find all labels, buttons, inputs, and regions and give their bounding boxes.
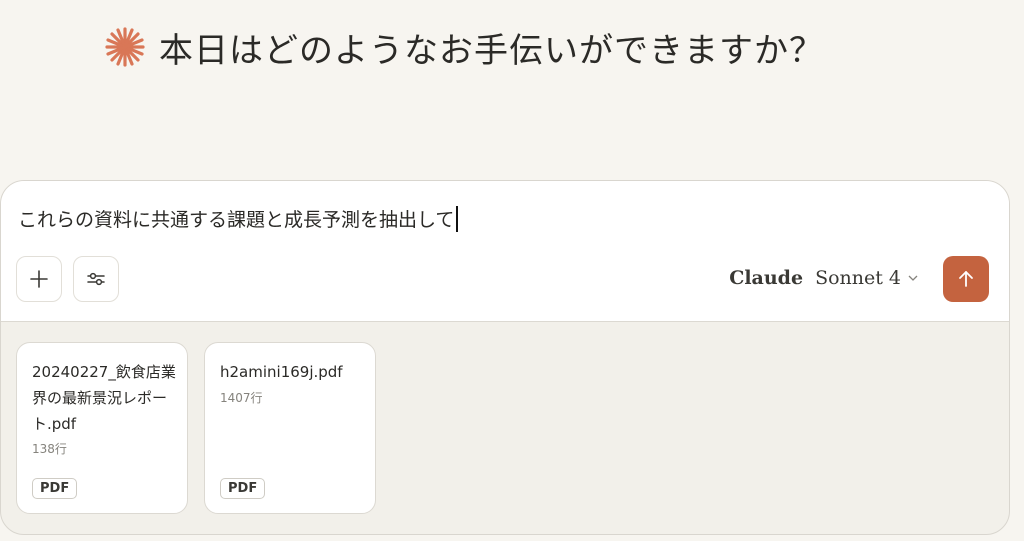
text-caret — [456, 205, 459, 232]
file-type-badge: PDF — [220, 478, 266, 499]
attach-button[interactable] — [16, 256, 62, 302]
attachment-line-count: 138行 — [32, 442, 67, 456]
attachment-name: h2amini169j.pdf — [220, 363, 343, 381]
greeting-title: 本日はどのようなお手伝いができますか？ — [159, 30, 824, 71]
model-name: Claude — [729, 267, 804, 289]
composer-input-area[interactable]: これらの資料に共通する課題と成長予測を抽出して Claude Sonnet 4 — [1, 181, 1009, 322]
file-type-badge: PDF — [32, 478, 78, 499]
greeting: 本日はどのようなお手伝いができますか？ — [103, 22, 824, 72]
send-button[interactable] — [943, 256, 989, 302]
model-version: Sonnet 4 — [815, 267, 901, 289]
prompt-text: これらの資料に共通する課題と成長予測を抽出して — [18, 209, 455, 231]
tools-button[interactable] — [73, 256, 119, 302]
attachment-name: 20240227_飲食店業界の最新景況レポート.pdf — [32, 363, 176, 433]
sliders-icon — [87, 272, 105, 286]
chevron-down-icon — [908, 275, 918, 281]
plus-icon — [30, 270, 48, 288]
attachment-card[interactable]: h2amini169j.pdf 1407行 PDF — [204, 342, 376, 514]
model-selector[interactable]: Claude Sonnet 4 — [729, 267, 919, 289]
arrow-up-icon — [959, 271, 973, 287]
prompt-input[interactable]: これらの資料に共通する課題と成長予測を抽出して — [18, 205, 459, 232]
sparkle-logo-icon — [103, 25, 147, 69]
attachment-card[interactable]: 20240227_飲食店業界の最新景況レポート.pdf 138行 PDF — [16, 342, 188, 514]
composer: これらの資料に共通する課題と成長予測を抽出して Claude Sonnet 4 — [0, 180, 1010, 535]
attachment-line-count: 1407行 — [220, 391, 263, 405]
